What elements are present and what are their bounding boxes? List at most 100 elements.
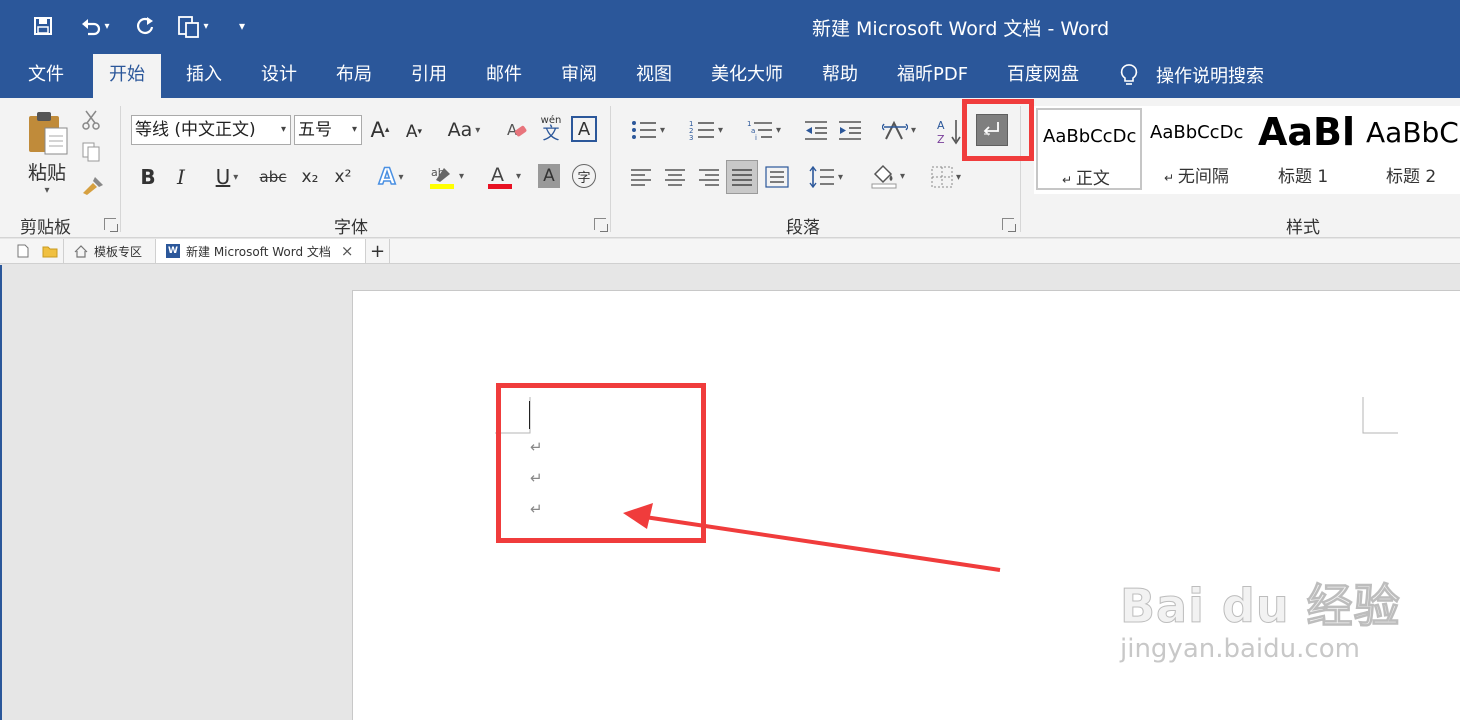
copy-icon (82, 142, 100, 162)
chevron-down-icon: ▾ (899, 170, 906, 182)
strikethrough-icon[interactable]: abc (258, 162, 288, 192)
line-spacing-icon (809, 166, 834, 188)
align-right-icon[interactable] (696, 162, 722, 192)
text-effects-button[interactable]: A ▾ (370, 162, 412, 192)
folder-icon[interactable] (36, 239, 64, 263)
font-name-value: 等线 (中文正文) (135, 120, 256, 140)
undo-button[interactable]: ▾ (72, 12, 118, 40)
numbering-button[interactable]: 123 ▾ (682, 115, 730, 145)
tell-me-search[interactable]: 操作说明搜索 (1120, 62, 1264, 88)
shading-button[interactable]: ▾ (864, 160, 912, 192)
word-window: ▾ ▾ ▾ 新建 Microsoft Word 文档 - Word 文件 开始 … (0, 0, 1460, 720)
character-shading-icon[interactable]: A (538, 164, 560, 188)
svg-text:Z: Z (937, 133, 945, 145)
svg-text:i: i (755, 134, 757, 141)
baidu-watermark: Bai du 经验 jingyan.baidu.com (1120, 570, 1401, 665)
chevron-down-icon: ▾ (910, 124, 917, 136)
tab-view[interactable]: 视图 (636, 52, 672, 98)
font-launcher-icon[interactable] (594, 218, 608, 232)
font-name-select[interactable]: 等线 (中文正文) ▾ (131, 115, 291, 145)
sort-icon[interactable]: AZ (936, 115, 964, 147)
style-heading-1[interactable]: AaBl 标题 1 (1252, 108, 1358, 190)
styles-gallery: AaBbCcDc ↵ 正文 AaBbCcDc ↵ 无间隔 AaBl 标题 1 A… (1034, 106, 1460, 194)
enclose-characters-icon[interactable]: 字 (572, 164, 596, 188)
doc-tab-template[interactable]: 模板专区 (64, 239, 156, 263)
scissors-icon (82, 110, 100, 130)
home-icon (74, 244, 88, 258)
svg-text:3: 3 (689, 134, 693, 141)
style-heading-2[interactable]: AaBbC 标题 2 (1360, 108, 1460, 190)
styles-group-label: 样式 (1286, 218, 1320, 238)
justify-icon[interactable] (726, 160, 758, 194)
tab-home[interactable]: 开始 (93, 54, 161, 98)
chevron-down-icon: ▾ (717, 124, 724, 136)
paste-quick-button[interactable]: ▾ (168, 12, 218, 40)
copy-button[interactable] (80, 140, 102, 164)
font-size-select[interactable]: 五号 ▾ (294, 115, 362, 145)
brush-icon (83, 177, 103, 195)
borders-button[interactable]: ▾ (922, 162, 970, 192)
underline-button[interactable]: U ▾ (204, 162, 250, 192)
doc-tab-document[interactable]: W 新建 Microsoft Word 文档 × (156, 239, 366, 263)
decrease-indent-icon[interactable] (802, 115, 830, 145)
tab-beautify[interactable]: 美化大师 (711, 52, 783, 98)
tab-foxit-pdf[interactable]: 福昕PDF (897, 52, 968, 98)
style-normal[interactable]: AaBbCcDc ↵ 正文 (1036, 108, 1142, 190)
tab-design[interactable]: 设计 (261, 52, 297, 98)
tab-insert[interactable]: 插入 (186, 52, 222, 98)
paste-button[interactable]: 粘贴 ▾ (22, 108, 72, 198)
customize-qat-icon[interactable]: ▾ (232, 12, 252, 40)
style-no-spacing[interactable]: AaBbCcDc ↵ 无间隔 (1144, 108, 1250, 190)
distributed-icon[interactable] (764, 162, 790, 192)
clipboard-launcher-icon[interactable] (104, 218, 118, 232)
tab-file[interactable]: 文件 (28, 52, 64, 98)
borders-icon (931, 166, 953, 188)
change-case-button[interactable]: Aa ▾ (442, 115, 486, 145)
line-spacing-button[interactable]: ▾ (802, 162, 850, 192)
style-name: 标题 2 (1386, 167, 1437, 187)
svg-text:A: A (491, 164, 504, 186)
tab-help[interactable]: 帮助 (822, 52, 858, 98)
save-icon[interactable] (30, 12, 56, 40)
phonetic-guide-button[interactable]: wén 文 (536, 112, 566, 146)
tab-layout[interactable]: 布局 (336, 52, 372, 98)
new-file-icon[interactable] (10, 239, 36, 263)
chevron-down-icon: ▾ (659, 124, 666, 136)
align-left-icon[interactable] (628, 162, 654, 192)
clear-formatting-icon[interactable]: A (504, 115, 530, 145)
character-border-icon[interactable]: A (571, 116, 597, 142)
highlight-button[interactable]: ab ▾ (422, 160, 470, 192)
increase-indent-icon[interactable] (836, 115, 864, 145)
font-size-value: 五号 (298, 120, 332, 140)
bullets-button[interactable]: ▾ (624, 115, 672, 145)
paragraph-launcher-icon[interactable] (1002, 218, 1016, 232)
shrink-font-icon[interactable]: A ▾ (402, 117, 426, 147)
tab-baidu-netdisk[interactable]: 百度网盘 (1007, 52, 1079, 98)
italic-icon[interactable]: I (170, 162, 192, 192)
multilevel-list-button[interactable]: 1ai ▾ (740, 115, 788, 145)
phonetic-char: 文 (542, 123, 560, 144)
tab-review[interactable]: 审阅 (561, 52, 597, 98)
chevron-down-icon: ▾ (233, 171, 239, 183)
format-painter-button[interactable] (80, 174, 106, 198)
redo-icon[interactable] (132, 12, 158, 40)
superscript-icon[interactable]: x² (330, 162, 356, 192)
add-tab-icon[interactable]: + (366, 239, 390, 263)
ribbon-tabs: 文件 开始 插入 设计 布局 引用 邮件 审阅 视图 美化大师 帮助 福昕PDF… (0, 52, 1460, 98)
tell-me-label: 操作说明搜索 (1156, 66, 1264, 87)
chinese-layout-button[interactable]: ▾ (876, 115, 922, 145)
bold-icon[interactable]: B (136, 162, 160, 192)
tab-references[interactable]: 引用 (411, 52, 447, 98)
tab-mailings[interactable]: 邮件 (486, 52, 522, 98)
close-icon[interactable]: × (341, 242, 354, 260)
text-effects-icon: A (378, 164, 397, 191)
align-center-icon[interactable] (662, 162, 688, 192)
cut-button[interactable] (80, 108, 102, 132)
subscript-icon[interactable]: x₂ (297, 162, 323, 192)
watermark-brand: Bai du 经验 (1120, 579, 1401, 634)
undo-icon (82, 19, 101, 36)
grow-font-icon[interactable]: A ▴ (368, 115, 392, 145)
font-color-button[interactable]: A ▾ (480, 160, 528, 192)
margin-corner-top-right (1362, 397, 1398, 434)
svg-text:A: A (937, 119, 945, 132)
